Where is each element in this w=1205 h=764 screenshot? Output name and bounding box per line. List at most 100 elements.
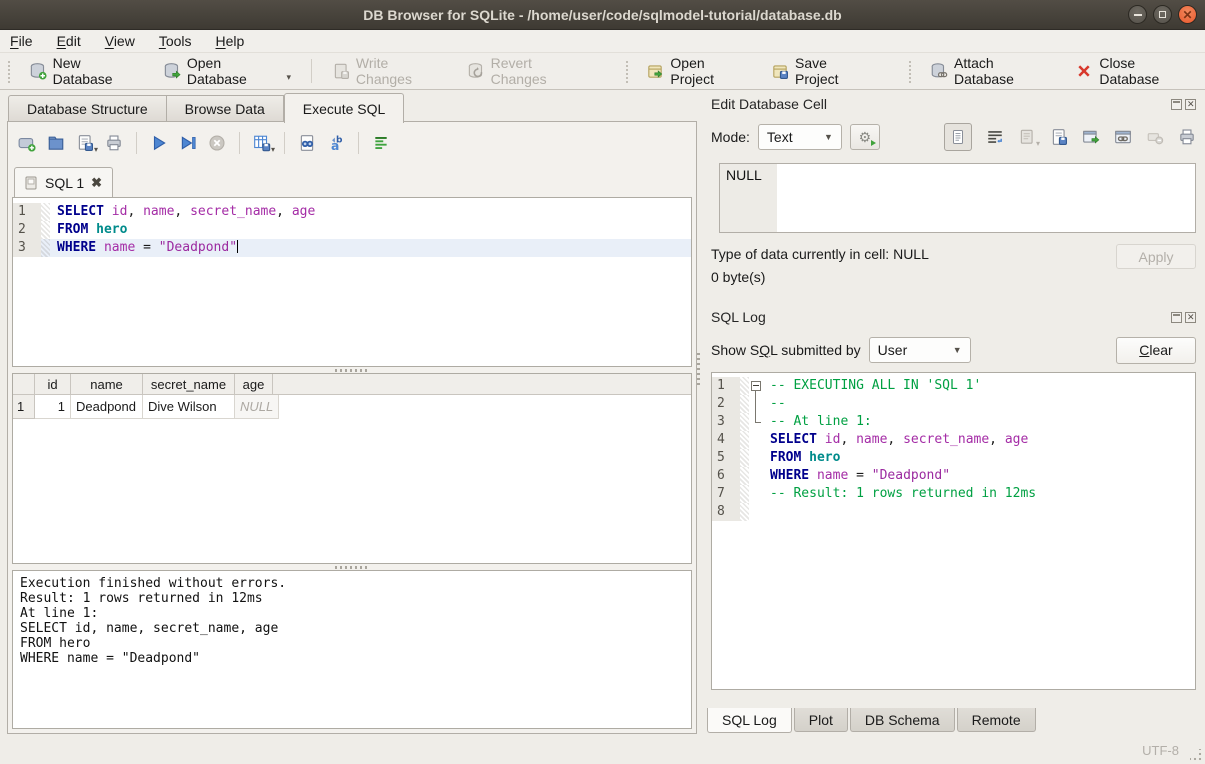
format-sql-icon[interactable] <box>372 134 390 152</box>
print-sql-icon[interactable] <box>105 134 123 152</box>
resize-grip[interactable] <box>1190 749 1202 761</box>
maximize-button[interactable] <box>1153 5 1172 24</box>
tab-execute-sql[interactable]: Execute SQL <box>284 93 405 123</box>
menu-tools[interactable]: Tools <box>159 33 192 49</box>
open-database-dropdown-arrow[interactable]: ▾ <box>286 72 291 86</box>
toolbar-drag-handle[interactable] <box>624 59 631 83</box>
sql-editor[interactable]: 1SELECT id, name, secret_name, age2FROM … <box>12 197 692 367</box>
close-sql-tab-icon[interactable]: ✖ <box>91 176 102 189</box>
code-line[interactable]: 3WHERE name = "Deadpond" <box>13 239 691 257</box>
column-header[interactable]: secret_name <box>143 374 235 394</box>
link-data-icon[interactable] <box>1114 128 1132 146</box>
code-line[interactable]: 7-- Result: 1 rows returned in 12ms <box>712 485 1195 503</box>
results-corner-cell[interactable] <box>13 374 35 394</box>
column-header[interactable]: age <box>235 374 273 394</box>
fold-column <box>749 503 763 521</box>
column-header[interactable]: name <box>71 374 143 394</box>
minimize-button[interactable] <box>1128 5 1147 24</box>
code-text: FROM hero <box>50 221 127 239</box>
code-line[interactable]: 1-- EXECUTING ALL IN 'SQL 1' <box>712 377 1195 395</box>
table-cell[interactable]: NULL <box>235 395 279 419</box>
sql-log-view[interactable]: 1-- EXECUTING ALL IN 'SQL 1'2--3-- At li… <box>711 372 1196 690</box>
save-dropdown-arrow[interactable]: ▾ <box>94 145 98 154</box>
menu-help[interactable]: Help <box>216 33 245 49</box>
column-header[interactable]: id <box>35 374 71 394</box>
sql-1-tab[interactable]: SQL 1 ✖ <box>14 167 113 197</box>
close-database-button[interactable]: Close Database <box>1063 56 1205 86</box>
new-sql-tab-icon[interactable] <box>18 134 36 152</box>
dock-close-icon[interactable] <box>1185 99 1196 110</box>
chevron-down-icon: ▼ <box>824 132 833 142</box>
dock-tab-sql-log[interactable]: SQL Log <box>707 708 792 733</box>
gutter-hatch <box>41 203 50 221</box>
cell-editor-area[interactable] <box>777 164 1195 232</box>
dock-tab-plot[interactable]: Plot <box>794 708 848 732</box>
table-cell[interactable]: 1 <box>35 395 71 419</box>
toolbar-drag-handle[interactable] <box>907 59 914 83</box>
results-grid[interactable]: idnamesecret_nameage11DeadpondDive Wilso… <box>12 373 692 564</box>
dock-tab-remote[interactable]: Remote <box>957 708 1036 732</box>
clear-log-button[interactable]: Clear <box>1116 337 1196 364</box>
save-sql-file-button[interactable]: ▾ <box>76 134 94 152</box>
open-in-external-icon[interactable] <box>1082 128 1100 146</box>
text-document-icon <box>950 129 966 145</box>
table-cell[interactable]: Dive Wilson <box>143 395 235 419</box>
menu-file[interactable]: File <box>10 33 33 49</box>
mode-value: Text <box>767 129 793 145</box>
encoding-indicator[interactable]: UTF-8 <box>1142 743 1179 758</box>
save-project-button[interactable]: Save Project <box>759 56 881 86</box>
code-line[interactable]: 5FROM hero <box>712 449 1195 467</box>
new-database-button[interactable]: New Database <box>17 56 151 86</box>
splitter-handle[interactable] <box>697 351 700 385</box>
row-number[interactable]: 1 <box>13 395 35 419</box>
save-results-button[interactable]: ▾ <box>253 134 271 152</box>
print-cell-icon[interactable] <box>1178 128 1196 146</box>
code-line[interactable]: 4SELECT id, name, secret_name, age <box>712 431 1195 449</box>
window-titlebar[interactable]: DB Browser for SQLite - /home/user/code/… <box>0 0 1205 30</box>
tab-database-structure[interactable]: Database Structure <box>8 95 167 122</box>
replace-icon[interactable]: b a <box>327 134 345 152</box>
dock-tab-db-schema[interactable]: DB Schema <box>850 708 955 732</box>
dock-close-icon[interactable] <box>1185 312 1196 323</box>
dock-float-icon[interactable] <box>1171 99 1182 110</box>
word-wrap-icon[interactable] <box>986 128 1004 146</box>
cell-editor[interactable]: NULL <box>719 163 1196 233</box>
maximize-icon <box>1159 11 1166 18</box>
open-sql-file-icon[interactable] <box>47 134 65 152</box>
mode-select[interactable]: Text ▼ <box>758 124 842 150</box>
fold-marker[interactable] <box>749 377 763 395</box>
save-sql-file-icon <box>76 134 94 152</box>
close-button[interactable]: ✕ <box>1178 5 1197 24</box>
open-database-button[interactable]: Open Database ▾ <box>151 56 303 86</box>
export-cell-data-icon[interactable] <box>1050 128 1068 146</box>
open-project-button[interactable]: Open Project <box>634 56 759 86</box>
text-mode-toggle[interactable] <box>944 123 972 151</box>
code-line[interactable]: 1SELECT id, name, secret_name, age <box>13 203 691 221</box>
code-line[interactable]: 2-- <box>712 395 1195 413</box>
submitted-by-select[interactable]: User ▼ <box>869 337 971 363</box>
menu-view[interactable]: View <box>105 33 135 49</box>
table-cell[interactable]: Deadpond <box>71 395 143 419</box>
find-icon[interactable] <box>298 134 316 152</box>
right-dock: Edit Database Cell Mode: Text ▼ ⚙ <box>701 89 1205 735</box>
code-line[interactable]: 2FROM hero <box>13 221 691 239</box>
code-line[interactable]: 8 <box>712 503 1195 521</box>
execute-sql-icon[interactable] <box>150 134 168 152</box>
splitter-handle[interactable] <box>335 369 369 372</box>
tab-browse-data[interactable]: Browse Data <box>167 95 284 122</box>
attach-database-button[interactable]: Attach Database <box>918 56 1063 86</box>
code-line[interactable]: 6WHERE name = "Deadpond" <box>712 467 1195 485</box>
toolbar-drag-handle[interactable] <box>6 59 13 83</box>
mode-label: Mode: <box>711 129 750 145</box>
filter-label: Show SQL submitted by <box>711 342 861 358</box>
dock-float-icon[interactable] <box>1171 312 1182 323</box>
new-database-label: New Database <box>53 55 139 87</box>
execution-message-area[interactable]: Execution finished without errors. Resul… <box>12 570 692 729</box>
main-toolbar: New Database Open Database ▾ Write Chang… <box>0 53 1205 90</box>
save-results-dropdown-arrow[interactable]: ▾ <box>271 145 275 154</box>
import-settings-button[interactable]: ⚙ <box>850 124 880 150</box>
code-line[interactable]: 3-- At line 1: <box>712 413 1195 431</box>
splitter-handle[interactable] <box>335 566 369 569</box>
menu-edit[interactable]: Edit <box>57 33 81 49</box>
execute-current-line-icon[interactable] <box>179 134 197 152</box>
